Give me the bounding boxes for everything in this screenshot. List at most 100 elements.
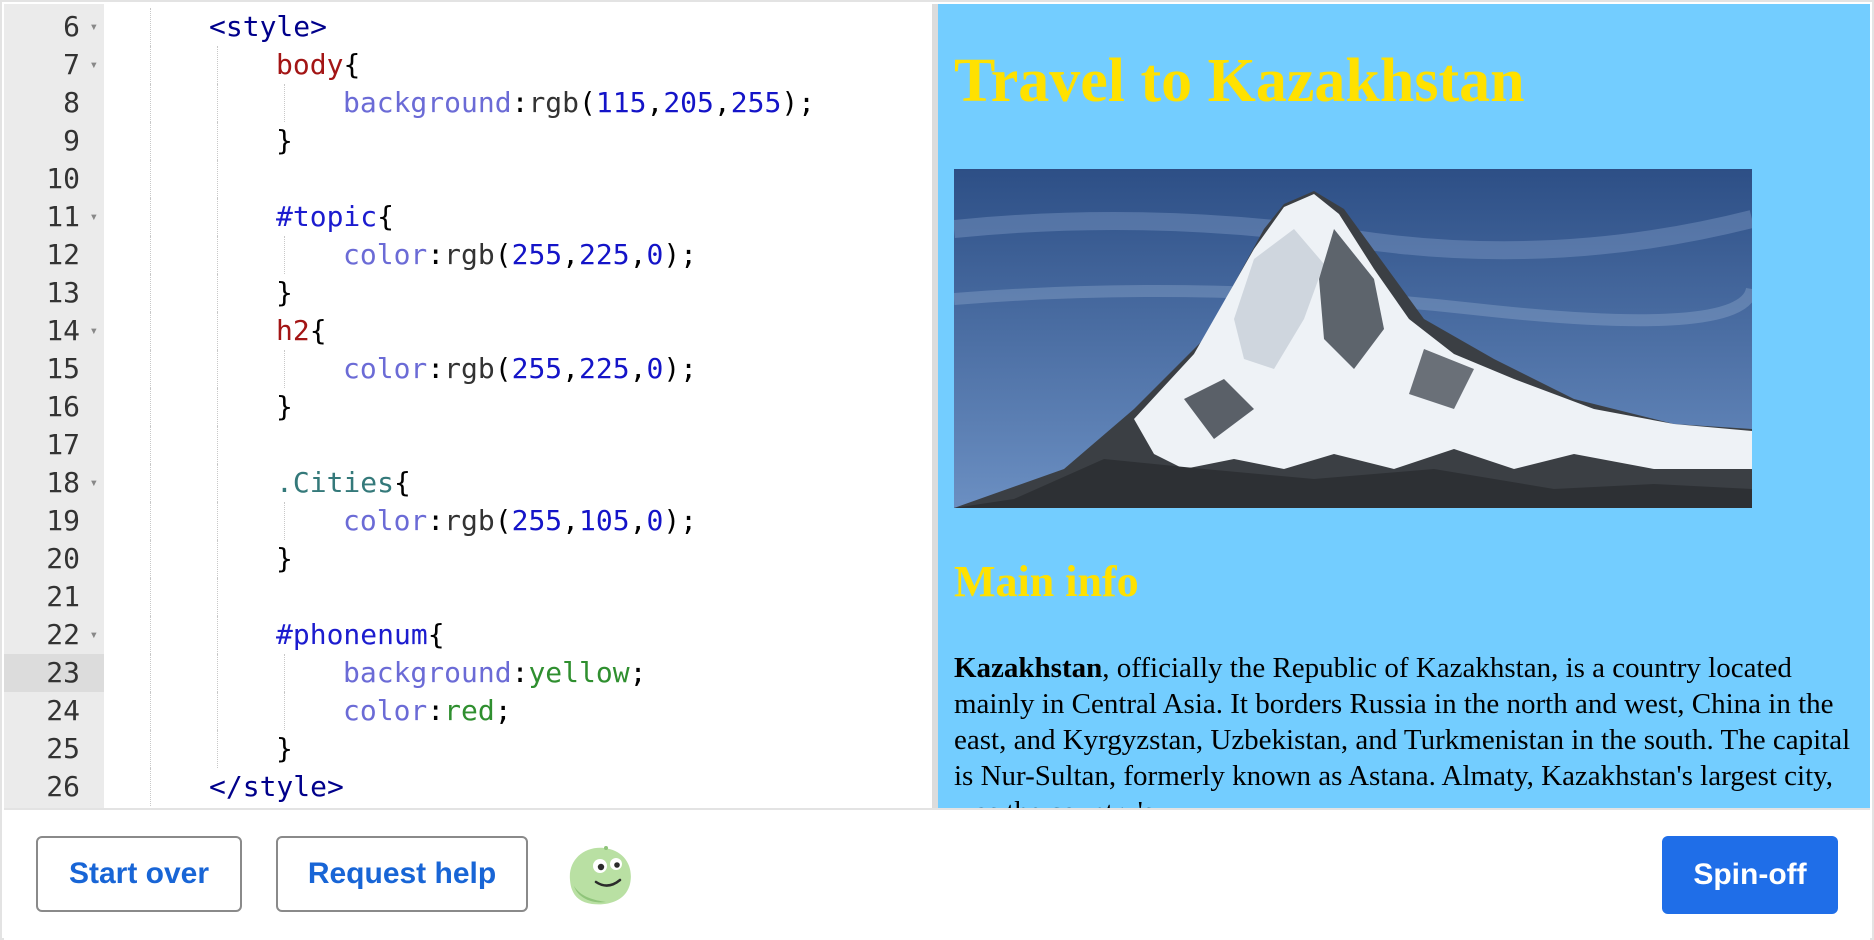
start-over-button[interactable]: Start over [36, 836, 242, 912]
line-number-cell: 15 [4, 350, 104, 388]
code-line[interactable]: 23 background:yellow; [4, 654, 932, 692]
request-help-button[interactable]: Request help [276, 836, 528, 912]
indent-guide [150, 160, 151, 198]
code-line[interactable]: 13} [4, 274, 932, 312]
line-number: 6 [63, 10, 80, 43]
code-line[interactable]: 26 </style> [4, 768, 932, 806]
line-number-cell: 21 [4, 578, 104, 616]
indent-guide [150, 540, 151, 578]
fold-toggle-icon[interactable]: ▾ [90, 46, 98, 84]
code-line[interactable]: 9} [4, 122, 932, 160]
line-number-cell: 14 ▾ [4, 312, 104, 350]
code-line[interactable]: 12 color:rgb(255,225,0); [4, 236, 932, 274]
code-line[interactable]: 19 color:rgb(255,105,0); [4, 502, 932, 540]
code-line[interactable]: 16} [4, 388, 932, 426]
code-token: 255 [511, 504, 563, 537]
line-number-cell: 26 [4, 768, 104, 806]
line-number-cell: 24 [4, 692, 104, 730]
indent-guide [150, 692, 151, 730]
indent-guide [150, 350, 151, 388]
indent-guide [150, 426, 151, 464]
indent-guide [284, 654, 285, 692]
code-token: 0 [646, 352, 664, 385]
code-token: : [511, 86, 529, 119]
code-line[interactable]: 24 color:red; [4, 692, 932, 730]
line-number: 18 [46, 466, 80, 499]
mountain-image [954, 169, 1752, 508]
indent-guide [217, 312, 218, 350]
code-text: </style> [209, 768, 344, 806]
code-text: } [276, 730, 293, 768]
line-number: 22 [46, 618, 80, 651]
indent-guide [150, 388, 151, 426]
indent-guide [217, 84, 218, 122]
code-line[interactable]: 18 ▾ .Cities{ [4, 464, 932, 502]
code-token: 225 [579, 352, 630, 385]
code-line[interactable]: 22 ▾ #phonenum{ [4, 616, 932, 654]
indent-guide [217, 502, 218, 540]
fold-toggle-icon[interactable]: ▾ [90, 312, 98, 350]
code-token: color [343, 238, 428, 271]
fold-toggle-icon[interactable]: ▾ [90, 464, 98, 502]
code-token: 0 [646, 238, 664, 271]
code-line[interactable]: 10 [4, 160, 932, 198]
code-text: h2{ [276, 312, 327, 350]
indent-guide [150, 312, 151, 350]
code-token: #phonenum [276, 618, 428, 651]
code-line[interactable]: 14 ▾ h2{ [4, 312, 932, 350]
code-line[interactable]: 7 ▾ body{ [4, 46, 932, 84]
code-token: body [276, 48, 344, 81]
code-line[interactable]: 15 color:rgb(255,225,0); [4, 350, 932, 388]
line-number-cell: 23 [4, 654, 104, 692]
line-number-cell: 11 ▾ [4, 198, 104, 236]
indent-guide [150, 236, 151, 274]
code-editor[interactable]: 6 ▾ <style> 7 ▾ body{8 background:rgb(115,205,… [4, 4, 932, 808]
code-token: : [427, 352, 445, 385]
code-line[interactable]: 25} [4, 730, 932, 768]
code-line[interactable]: 20} [4, 540, 932, 578]
code-token: color [343, 504, 428, 537]
line-number: 26 [46, 770, 80, 803]
code-token: #topic [276, 200, 378, 233]
spin-off-button[interactable]: Spin-off [1662, 836, 1838, 914]
preview-title: Travel to Kazakhstan [954, 47, 1525, 115]
indent-guide [284, 236, 285, 274]
code-token: , [562, 352, 580, 385]
mascot-avatar-icon[interactable] [562, 842, 638, 908]
code-line[interactable]: 8 background:rgb(115,205,255); [4, 84, 932, 122]
fold-toggle-icon[interactable]: ▾ [90, 198, 98, 236]
indent-guide [284, 502, 285, 540]
code-token: , [562, 238, 580, 271]
code-line[interactable]: 21 [4, 578, 932, 616]
code-token: ; [494, 694, 512, 727]
indent-guide [150, 46, 151, 84]
indent-guide [217, 198, 218, 236]
indent-guide [217, 274, 218, 312]
indent-guide [217, 350, 218, 388]
line-number-cell: 6 ▾ [4, 8, 104, 46]
code-token: 255 [511, 352, 563, 385]
line-number: 8 [63, 86, 80, 119]
indent-guide [150, 578, 151, 616]
code-line[interactable]: 17 [4, 426, 932, 464]
code-token: } [276, 276, 293, 309]
code-text: color:rgb(255,225,0); [343, 350, 697, 388]
indent-guide [217, 46, 218, 84]
code-text: } [276, 274, 293, 312]
line-number: 15 [46, 352, 80, 385]
code-token: <style> [209, 10, 328, 43]
code-line[interactable]: 6 ▾ <style> [4, 8, 932, 46]
code-token: </style> [209, 770, 344, 803]
indent-guide [217, 122, 218, 160]
indent-guide [217, 692, 218, 730]
indent-guide [217, 464, 218, 502]
code-token: 255 [730, 86, 782, 119]
code-token: .Cities [276, 466, 395, 499]
code-line[interactable]: 11 ▾ #topic{ [4, 198, 932, 236]
code-token: { [427, 618, 445, 651]
fold-toggle-icon[interactable]: ▾ [90, 616, 98, 654]
code-lines[interactable]: 6 ▾ <style> 7 ▾ body{8 background:rgb(115,205,… [4, 8, 932, 806]
fold-toggle-icon[interactable]: ▾ [90, 8, 98, 46]
code-token: rgb [444, 238, 495, 271]
line-number: 9 [63, 124, 80, 157]
